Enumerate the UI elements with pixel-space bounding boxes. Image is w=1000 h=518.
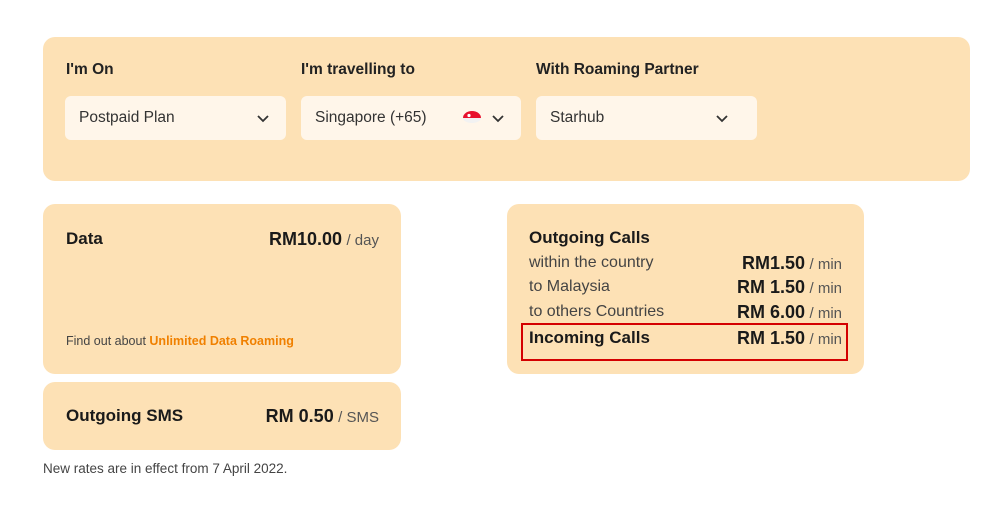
destination-select[interactable]: Singapore (+65) bbox=[301, 96, 521, 140]
plan-select[interactable]: Postpaid Plan bbox=[65, 96, 286, 140]
calls-row-label: within the country bbox=[529, 254, 654, 271]
chevron-down-icon bbox=[257, 115, 269, 123]
unlimited-data-roaming-link[interactable]: Unlimited Data Roaming bbox=[149, 334, 293, 348]
effective-date-note: New rates are in effect from 7 April 202… bbox=[43, 461, 288, 476]
data-unit: / day bbox=[346, 232, 379, 249]
data-title: Data bbox=[66, 229, 103, 248]
calls-row-label: to others Countries bbox=[529, 303, 665, 320]
calls-row-price-group: RM 1.50 / min bbox=[737, 277, 842, 298]
calls-row-unit: / min bbox=[809, 280, 842, 297]
partner-select[interactable]: Starhub bbox=[536, 96, 757, 140]
incoming-calls-price: RM 1.50 bbox=[737, 328, 806, 348]
partner-label: With Roaming Partner bbox=[536, 61, 699, 78]
plan-label: I'm On bbox=[66, 61, 114, 78]
data-price-group: RM10.00 / day bbox=[269, 229, 379, 250]
calls-row-price-group: RM 6.00 / min bbox=[737, 302, 842, 323]
calls-row-price: RM 1.50 bbox=[737, 277, 806, 297]
plan-select-value: Postpaid Plan bbox=[79, 109, 175, 126]
calls-row-price-group: RM1.50 / min bbox=[742, 253, 842, 274]
calls-row-unit: / min bbox=[809, 256, 842, 273]
chevron-down-icon bbox=[492, 115, 504, 123]
calls-row-label: to Malaysia bbox=[529, 278, 610, 295]
outgoing-calls-title: Outgoing Calls bbox=[529, 228, 650, 247]
incoming-calls-price-group: RM 1.50 / min bbox=[737, 328, 842, 349]
sms-unit: / SMS bbox=[338, 409, 379, 426]
partner-select-value: Starhub bbox=[550, 109, 605, 126]
sms-price-group: RM 0.50 / SMS bbox=[266, 406, 379, 427]
singapore-flag-icon bbox=[463, 111, 481, 123]
data-price: RM10.00 bbox=[268, 229, 343, 249]
calls-row-unit: / min bbox=[809, 305, 842, 322]
chevron-down-icon bbox=[716, 115, 728, 123]
sms-price: RM 0.50 bbox=[265, 406, 334, 426]
destination-label: I'm travelling to bbox=[301, 61, 415, 78]
incoming-calls-label: Incoming Calls bbox=[529, 328, 650, 347]
incoming-calls-unit: / min bbox=[809, 331, 842, 348]
destination-select-value: Singapore (+65) bbox=[315, 109, 427, 126]
sms-title: Outgoing SMS bbox=[66, 406, 184, 425]
calls-row-price: RM1.50 bbox=[742, 253, 806, 273]
calls-row-price: RM 6.00 bbox=[737, 302, 806, 322]
data-find-out: Find out about Unlimited Data Roaming bbox=[66, 334, 294, 348]
find-out-text: Find out about bbox=[66, 334, 146, 348]
